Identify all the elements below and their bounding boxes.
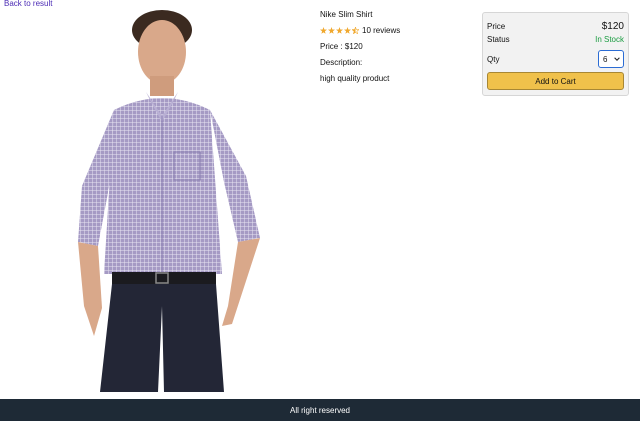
price-value: $120 xyxy=(601,21,624,32)
star-icon xyxy=(336,27,343,34)
star-icon xyxy=(320,27,327,34)
status-label: Status xyxy=(487,35,510,44)
footer-text: All right reserved xyxy=(289,405,351,415)
half-star-icon xyxy=(352,27,359,34)
card-qty-row: Qty 6 xyxy=(487,50,624,68)
product-details: Nike Slim Shirt 10 reviews Price : $120 … xyxy=(320,10,470,83)
product-image xyxy=(64,6,284,394)
product-title: Nike Slim Shirt xyxy=(320,10,373,19)
status-value: In Stock xyxy=(595,35,624,44)
rating: 10 reviews xyxy=(320,26,470,35)
card-price-row: Price $120 xyxy=(487,21,624,32)
back-to-result-link[interactable]: Back to result xyxy=(4,0,52,8)
purchase-card: Price $120 Status In Stock Qty 6 Add to … xyxy=(482,12,629,96)
product-price: Price : $120 xyxy=(320,42,363,51)
chevron-down-icon xyxy=(614,57,620,61)
rating-stars xyxy=(320,27,360,34)
footer: All right reserved xyxy=(0,399,640,421)
add-to-cart-button[interactable]: Add to Cart xyxy=(487,72,624,90)
reviews-count: 10 reviews xyxy=(362,26,401,35)
qty-value: 6 xyxy=(603,54,608,64)
description-label: Description: xyxy=(320,58,363,67)
qty-select[interactable]: 6 xyxy=(598,50,624,68)
star-icon xyxy=(328,27,335,34)
product-description: high quality product xyxy=(320,74,390,83)
card-status-row: Status In Stock xyxy=(487,35,624,44)
star-icon xyxy=(344,27,351,34)
qty-label: Qty xyxy=(487,54,500,64)
price-label: Price xyxy=(487,22,506,31)
product-photo xyxy=(78,10,260,392)
